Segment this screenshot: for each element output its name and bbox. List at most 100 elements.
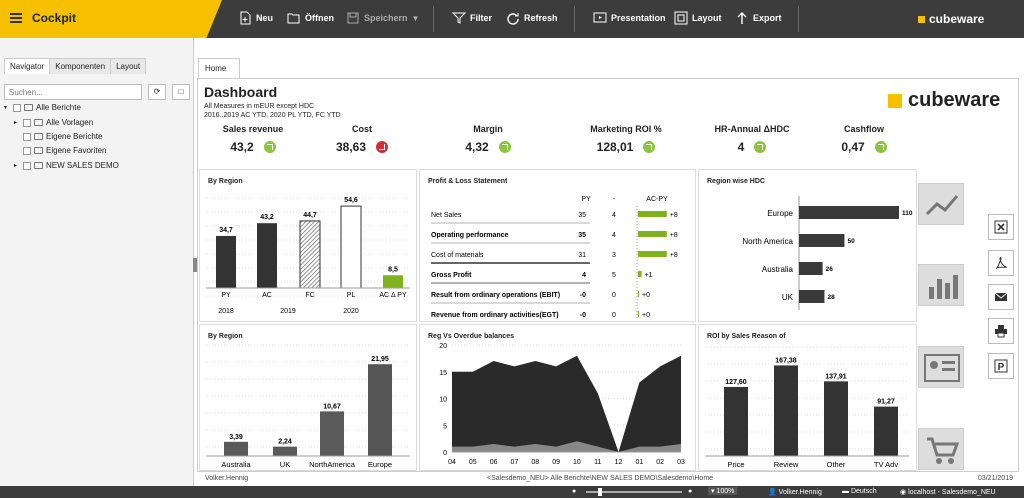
tree-item-alle-vorlagen[interactable]: ▸ Alle Vorlagen bbox=[14, 118, 93, 127]
collapse-button[interactable]: □ bbox=[172, 84, 190, 100]
refresh-tree-button[interactable]: ⟳ bbox=[148, 84, 166, 100]
chevron-down-icon: ▼ bbox=[411, 13, 420, 23]
kpi-marketing-roi[interactable]: Marketing ROI % 128,01 bbox=[566, 124, 686, 154]
bar bbox=[383, 275, 403, 288]
shopping-cart-icon[interactable] bbox=[918, 428, 964, 470]
footer-path: <Salesdemo_NEU> Alle Berichte\NEW SALES … bbox=[487, 475, 714, 482]
tree-checkbox[interactable] bbox=[13, 103, 21, 112]
refresh-button[interactable]: Refresh bbox=[506, 11, 558, 25]
mail-icon[interactable] bbox=[988, 284, 1014, 310]
chart-title: ROI by Sales Reason of bbox=[707, 333, 786, 340]
tree-arrow[interactable]: ▸ bbox=[14, 119, 20, 126]
search-input[interactable] bbox=[4, 84, 142, 100]
y-tick-label: 10 bbox=[439, 397, 447, 404]
export-button[interactable]: Export bbox=[735, 11, 782, 25]
tree-checkbox[interactable] bbox=[23, 118, 31, 127]
status-language-name: Deutsch bbox=[850, 488, 877, 495]
new-button[interactable]: Neu bbox=[238, 11, 273, 25]
tree-checkbox[interactable] bbox=[23, 146, 31, 155]
zoom-in-icon[interactable]: ● bbox=[688, 488, 692, 495]
kpi-hr-annual-hdc[interactable]: HR-Annual ΔHDC 4 bbox=[692, 124, 812, 154]
layout-button[interactable]: Layout bbox=[674, 11, 722, 25]
delta-label: +8 bbox=[670, 232, 678, 239]
print-icon[interactable] bbox=[988, 318, 1014, 344]
ac-value: 0 bbox=[612, 292, 616, 299]
chart-panel-roi[interactable]: ROI by Sales Reason of 127,60 Price 167,38… bbox=[698, 324, 917, 471]
x-tick-label: PY bbox=[221, 292, 231, 299]
page-subtitle-period: 2016..2019 AC YTD, 2020 PL YTD, FC YTD bbox=[204, 112, 341, 119]
trend-up-icon bbox=[643, 141, 656, 153]
tree-checkbox[interactable] bbox=[23, 132, 31, 141]
kpi-margin[interactable]: Margin 4,32 bbox=[428, 124, 548, 154]
zoom-level[interactable]: ▾ 100% bbox=[708, 487, 738, 495]
toolbar-divider bbox=[798, 6, 799, 32]
chart-panel-profit-loss[interactable]: Profit & Loss Statement PY - AC-PY Net Sale… bbox=[419, 169, 696, 324]
kpi-cashflow[interactable]: Cashflow 0,47 bbox=[804, 124, 924, 154]
save-button[interactable]: Speichern ▼ bbox=[346, 11, 419, 25]
py-value: 35 bbox=[578, 232, 586, 239]
tab-layout[interactable]: Layout bbox=[110, 58, 147, 74]
bar bbox=[799, 206, 899, 219]
layout-label: Layout bbox=[692, 13, 722, 23]
status-server[interactable]: ◉ localhost - Salesdemo_NEU bbox=[900, 488, 996, 496]
tree-arrow[interactable]: ▾ bbox=[4, 104, 10, 111]
column-header: - bbox=[613, 196, 616, 203]
filter-button[interactable]: Filter bbox=[452, 11, 492, 25]
tree-checkbox[interactable] bbox=[23, 161, 31, 170]
status-user[interactable]: 👤 Volker.Hennig bbox=[768, 488, 822, 496]
trend-chart-icon[interactable] bbox=[918, 183, 964, 225]
bar-value-label: 28 bbox=[827, 294, 835, 301]
x-tick-label: 07 bbox=[511, 459, 519, 466]
chart-panel-by-region-years[interactable]: By Region 34,7 PY 43,2 AC 44,7 FC 54,6 PL 8,5 AC … bbox=[199, 169, 417, 322]
row-label: Revenue from ordinary activities(EGT) bbox=[431, 312, 559, 319]
x-tick-label: 11 bbox=[594, 459, 601, 466]
ac-value: 3 bbox=[612, 252, 616, 259]
bar-chart-icon[interactable] bbox=[918, 264, 964, 306]
globe-icon: ◉ bbox=[900, 489, 907, 496]
chart-panel-by-region-countries[interactable]: By Region 3,39 Australia 2,24 UK 10,67 NorthA… bbox=[199, 324, 417, 471]
zoom-slider[interactable] bbox=[586, 488, 682, 496]
toolbar-divider bbox=[574, 6, 575, 32]
open-button[interactable]: Öffnen bbox=[287, 11, 334, 25]
bar-value-label: 10,67 bbox=[323, 403, 341, 410]
chart-region-hdc: Europe 110 North America 50 Australia 26 UK 28 bbox=[742, 196, 913, 310]
tab-navigator[interactable]: Navigator bbox=[4, 58, 51, 74]
y-tick-label: North America bbox=[742, 237, 793, 246]
tree-item-new-sales-demo[interactable]: ▸ NEW SALES DEMO bbox=[14, 161, 119, 170]
delta-label: +0 bbox=[642, 312, 650, 319]
tab-home[interactable]: Home bbox=[198, 58, 240, 78]
contact-card-icon[interactable] bbox=[918, 346, 964, 388]
tree-arrow[interactable]: ▸ bbox=[14, 162, 20, 169]
chart-panel-overdue[interactable]: Reg Vs Overdue balances 0 5 10 15 20 04 05 06 07… bbox=[419, 324, 696, 471]
kpi-cost[interactable]: Cost 38,63 bbox=[302, 124, 422, 154]
zoom-out-icon[interactable]: ● bbox=[572, 488, 576, 495]
parking-export-icon[interactable]: P bbox=[988, 353, 1014, 379]
kpi-label: Cost bbox=[352, 124, 372, 134]
tab-components[interactable]: Komponenten bbox=[49, 58, 112, 74]
x-tick-label: 01 bbox=[635, 459, 643, 466]
pdf-export-icon[interactable] bbox=[988, 250, 1014, 276]
bar-value-label: 54,6 bbox=[344, 197, 358, 204]
tree-item-eigene-favoriten[interactable]: Eigene Favoriten bbox=[14, 146, 106, 155]
y-tick-label: 5 bbox=[443, 423, 447, 430]
status-language[interactable]: ▬ Deutsch bbox=[842, 488, 877, 495]
zoom-slider-thumb[interactable] bbox=[598, 488, 602, 496]
group-label: 2020 bbox=[343, 308, 359, 315]
presentation-button[interactable]: Presentation bbox=[593, 11, 666, 25]
tree-item-eigene-berichte[interactable]: Eigene Berichte bbox=[14, 132, 102, 141]
chart-panel-region-hdc[interactable]: Region wise HDC Europe 110 North America 50… bbox=[698, 169, 917, 322]
filter-icon bbox=[452, 12, 466, 24]
bar bbox=[799, 262, 823, 275]
menu-icon[interactable] bbox=[10, 13, 22, 23]
presentation-label: Presentation bbox=[611, 13, 666, 23]
bar-value-label: 44,7 bbox=[303, 212, 317, 219]
x-tick-label: FC bbox=[305, 292, 314, 299]
bar-value-label: 43,2 bbox=[260, 214, 274, 221]
excel-export-icon[interactable] bbox=[988, 214, 1014, 240]
kpi-sales-revenue[interactable]: Sales revenue 43,2 bbox=[193, 124, 313, 154]
brand-logo: cubeware bbox=[918, 12, 984, 26]
py-value: 4 bbox=[582, 272, 586, 279]
page-title: Dashboard bbox=[204, 84, 278, 100]
bar-value-label: 34,7 bbox=[219, 227, 233, 234]
tree-item-alle-berichte[interactable]: ▾ Alle Berichte bbox=[4, 103, 81, 112]
